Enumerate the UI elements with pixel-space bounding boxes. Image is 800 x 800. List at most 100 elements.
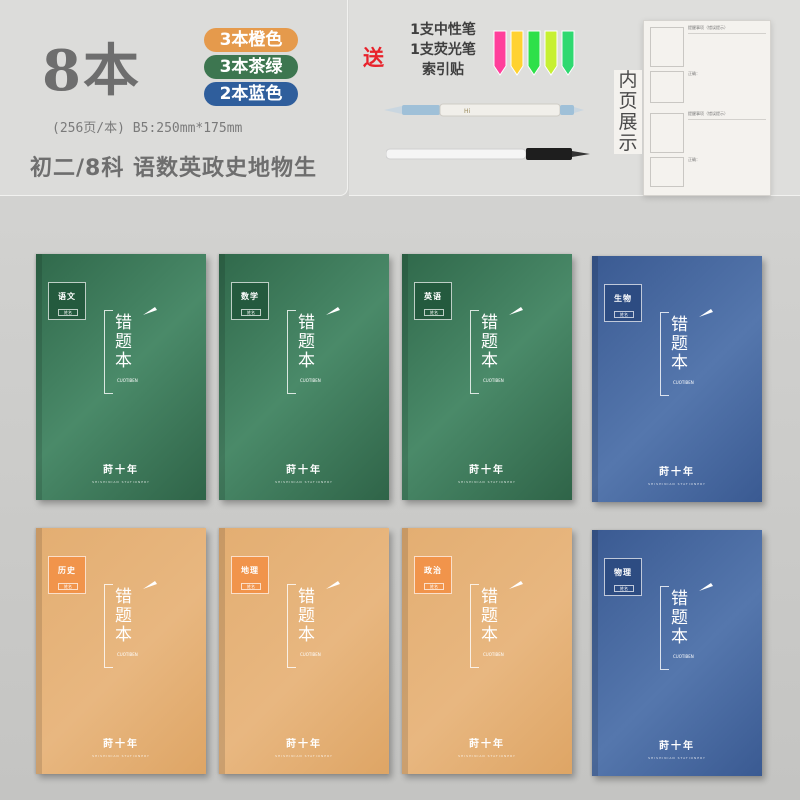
subject-tag: 英语 姓名 — [414, 282, 452, 320]
notebook: 语文 姓名 错题本 CUOTIBEN 莳十年 SHISHINIAN STATIO… — [36, 254, 206, 500]
name-field: 姓名 — [58, 583, 78, 590]
brand-sub: SHISHINIAN STATIONERY — [648, 756, 706, 760]
cover-title-frame: 错题本 CUOTIBEN — [660, 309, 713, 396]
index-flag-icon — [527, 30, 541, 76]
cover-title-en: CUOTIBEN — [117, 378, 138, 383]
name-field: 姓名 — [241, 583, 261, 590]
color-option-orange: 3本橙色 — [204, 28, 298, 52]
quill-icon — [143, 581, 157, 589]
brand-name: 莳十年 — [469, 739, 505, 750]
name-field: 姓名 — [614, 311, 634, 318]
cover-title-en: CUOTIBEN — [483, 652, 504, 657]
info-panel: 8本 3本橙色 3本茶绿 2本蓝色 (256页/本) B5:250mm*175m… — [0, 0, 348, 196]
subject-tag: 数学 姓名 — [231, 282, 269, 320]
subject-name: 政治 — [424, 566, 442, 575]
gift-item: 索引贴 — [422, 62, 464, 78]
subject-tag: 政治 姓名 — [414, 556, 452, 594]
inner-page-preview: 提醒事项（错误提示） 正确： 提醒事项（错误提示） 正确： — [643, 20, 771, 196]
inner-page-label: 内页展示 — [614, 70, 642, 154]
cover-title: 错题本 — [671, 315, 688, 373]
quill-icon — [699, 309, 713, 317]
quill-icon — [509, 581, 523, 589]
index-flag-icon — [493, 30, 507, 76]
index-flag-icon — [510, 30, 524, 76]
cover-title: 错题本 — [481, 313, 498, 371]
subject-tag: 历史 姓名 — [48, 556, 86, 594]
subject-name: 历史 — [58, 566, 76, 575]
brand-name: 莳十年 — [103, 739, 139, 750]
grade-subjects: 初二/8科 语数英政史地物生 — [30, 156, 318, 181]
notebook: 数学 姓名 错题本 CUOTIBEN 莳十年 SHISHINIAN STATIO… — [219, 254, 389, 500]
inner-page-block — [650, 71, 684, 103]
cover-title-frame: 错题本 CUOTIBEN — [287, 581, 340, 668]
subject-tag: 地理 姓名 — [231, 556, 269, 594]
inner-page-line — [688, 33, 766, 34]
gel-pen-icon — [386, 148, 590, 160]
subject-name: 地理 — [241, 566, 259, 575]
brand-name: 莳十年 — [659, 467, 695, 478]
notebook: 生物 姓名 错题本 CUOTIBEN 莳十年 SHISHINIAN STATIO… — [592, 256, 762, 502]
inner-page-field: 正确： — [688, 71, 700, 76]
brand-sub: SHISHINIAN STATIONERY — [458, 480, 516, 484]
inner-page-field: 提醒事项（错误提示） — [688, 25, 728, 30]
quill-icon — [699, 583, 713, 591]
quill-icon — [509, 307, 523, 315]
brand-sub: SHISHINIAN STATIONERY — [275, 754, 333, 758]
cover-title: 错题本 — [481, 587, 498, 645]
brand-sub: SHISHINIAN STATIONERY — [92, 754, 150, 758]
gift-item: 1支荧光笔 — [410, 42, 476, 58]
name-field: 姓名 — [614, 585, 634, 592]
notebook: 英语 姓名 错题本 CUOTIBEN 莳十年 SHISHINIAN STATIO… — [402, 254, 572, 500]
gift-label: 送 — [363, 46, 384, 70]
index-flag-icon — [561, 30, 575, 76]
color-option-blue: 2本蓝色 — [204, 82, 298, 106]
subject-name: 生物 — [614, 294, 632, 303]
inner-page-field: 提醒事项（错误提示） — [688, 111, 728, 116]
product-image: 8本 3本橙色 3本茶绿 2本蓝色 (256页/本) B5:250mm*175m… — [0, 0, 800, 800]
subject-name: 数学 — [241, 292, 259, 301]
cover-title-frame: 错题本 CUOTIBEN — [470, 307, 523, 394]
subject-tag: 语文 姓名 — [48, 282, 86, 320]
inner-page-block — [650, 157, 684, 187]
count-label: 8本 — [42, 38, 141, 104]
cover-title-frame: 错题本 CUOTIBEN — [104, 307, 157, 394]
cover-title: 错题本 — [298, 313, 315, 371]
cover-title-en: CUOTIBEN — [117, 652, 138, 657]
notebook: 政治 姓名 错题本 CUOTIBEN 莳十年 SHISHINIAN STATIO… — [402, 528, 572, 774]
highlighter-pen-icon: Hi — [384, 103, 584, 117]
cover-title-en: CUOTIBEN — [483, 378, 504, 383]
subject-name: 物理 — [614, 568, 632, 577]
cover-title-frame: 错题本 CUOTIBEN — [287, 307, 340, 394]
brand-sub: SHISHINIAN STATIONERY — [275, 480, 333, 484]
brand-name: 莳十年 — [286, 465, 322, 476]
name-field: 姓名 — [424, 583, 444, 590]
brand-name: 莳十年 — [103, 465, 139, 476]
cover-title-en: CUOTIBEN — [673, 654, 694, 659]
notebook: 物理 姓名 错题本 CUOTIBEN 莳十年 SHISHINIAN STATIO… — [592, 530, 762, 776]
cover-title: 错题本 — [115, 587, 132, 645]
cover-title-frame: 错题本 CUOTIBEN — [470, 581, 523, 668]
name-field: 姓名 — [241, 309, 261, 316]
quill-icon — [326, 581, 340, 589]
inner-page-block — [650, 113, 684, 153]
gift-item: 1支中性笔 — [410, 22, 476, 38]
svg-text:Hi: Hi — [464, 108, 471, 115]
inner-page-field: 正确： — [688, 157, 700, 162]
notebook: 历史 姓名 错题本 CUOTIBEN 莳十年 SHISHINIAN STATIO… — [36, 528, 206, 774]
quill-icon — [143, 307, 157, 315]
brand-sub: SHISHINIAN STATIONERY — [92, 480, 150, 484]
brand-name: 莳十年 — [286, 739, 322, 750]
cover-title-en: CUOTIBEN — [300, 652, 321, 657]
cover-title: 错题本 — [298, 587, 315, 645]
inner-page-block — [650, 27, 684, 67]
cover-title: 错题本 — [671, 589, 688, 647]
color-option-green: 3本茶绿 — [204, 55, 298, 79]
subject-tag: 物理 姓名 — [604, 558, 642, 596]
subject-tag: 生物 姓名 — [604, 284, 642, 322]
brand-sub: SHISHINIAN STATIONERY — [648, 482, 706, 486]
name-field: 姓名 — [424, 309, 444, 316]
subject-name: 语文 — [58, 292, 76, 301]
brand-sub: SHISHINIAN STATIONERY — [458, 754, 516, 758]
name-field: 姓名 — [58, 309, 78, 316]
cover-title: 错题本 — [115, 313, 132, 371]
